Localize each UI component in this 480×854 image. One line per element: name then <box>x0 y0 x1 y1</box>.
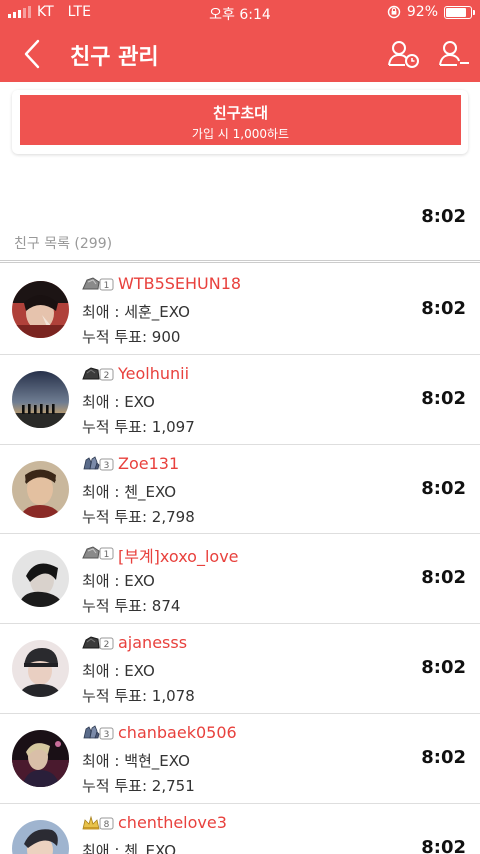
friend-row[interactable]: 2 ajanesss 최애 : EXO 누적 투표: 1,078 8:02 <box>0 624 480 714</box>
rank-number: 3 <box>104 730 110 740</box>
gray-rock-icon: 1 <box>82 546 114 560</box>
favorite-label: 최애 : 첸_EXO <box>82 482 177 501</box>
avatar <box>12 819 69 854</box>
friend-history-button[interactable] <box>387 38 421 70</box>
friend-row[interactable]: 1 WTB5SEHUN18 최애 : 세훈_EXO 누적 투표: 900 8:0… <box>0 265 480 355</box>
row-timestamp: 8:02 <box>421 387 466 409</box>
friend-row[interactable]: 3 Zoe131 최애 : 첸_EXO 누적 투표: 2,798 8:02 <box>0 445 480 535</box>
remove-friend-icon <box>439 41 469 66</box>
favorite-label: 최애 : 세훈_EXO <box>82 303 190 321</box>
dark-rock-icon: 2 <box>82 367 114 381</box>
avatar <box>12 729 69 787</box>
friend-name: ajanesss <box>118 633 188 653</box>
invite-card: 친구초대 가입 시 1,000하트 <box>12 90 468 154</box>
vote-count: 누적 투표: 1,097 <box>82 417 195 436</box>
battery-fill <box>446 7 467 17</box>
invite-title: 친구초대 <box>212 104 269 122</box>
favorite-label: 최애 : 첸_EXO <box>82 841 177 854</box>
page-title: 친구 관리 <box>70 45 159 70</box>
gray-rock-icon: 1 <box>82 277 114 291</box>
rank-number: 2 <box>104 371 110 381</box>
favorite-label: 최애 : 백현_EXO <box>82 751 190 770</box>
row-timestamp: 8:02 <box>421 298 466 319</box>
list-divider <box>0 260 480 263</box>
status-right: 92% <box>387 4 475 20</box>
favorite-label: 최애 : EXO <box>82 572 155 591</box>
row-timestamp: 8:02 <box>421 477 466 499</box>
friend-list-header: 친구 목록 (299) <box>14 236 113 252</box>
battery-icon <box>444 5 475 19</box>
invite-friend-button[interactable]: 친구초대 가입 시 1,000하트 <box>20 95 461 145</box>
friend-name: Zoe131 <box>118 453 180 473</box>
remove-friend-button[interactable] <box>437 38 471 70</box>
rank-number: 3 <box>104 461 110 471</box>
row-timestamp: 8:02 <box>421 836 466 854</box>
header-timestamp: 8:02 <box>421 206 466 227</box>
row-timestamp: 8:02 <box>421 746 466 768</box>
rank-number: 2 <box>104 640 110 650</box>
avatar <box>12 550 69 608</box>
invite-subtitle: 가입 시 1,000하트 <box>191 127 290 141</box>
crystal-icon: 3 <box>83 725 114 740</box>
friend-name: WTB5SEHUN18 <box>118 274 242 293</box>
avatar <box>12 460 69 518</box>
status-bar: KT LTE 오후 6:14 92% <box>0 0 480 26</box>
nav-bar: 친구 관리 <box>0 26 480 82</box>
avatar <box>12 370 69 428</box>
rank-number: 8 <box>104 820 110 830</box>
friend-name: chenthelove3 <box>118 812 227 832</box>
friend-row[interactable]: 1 [부계]xoxo_love 최애 : EXO 누적 투표: 874 8:02 <box>0 534 480 625</box>
vote-count: 누적 투표: 2,751 <box>82 776 195 795</box>
friend-row[interactable]: 3 chanbaek0506 최애 : 백현_EXO 누적 투표: 2,751 … <box>0 714 480 804</box>
battery-percent: 92% <box>406 4 438 20</box>
friend-history-icon <box>388 41 419 68</box>
favorite-label: 최애 : EXO <box>82 392 155 411</box>
rank-number: 1 <box>104 281 110 291</box>
vote-count: 누적 투표: 900 <box>82 328 181 346</box>
orientation-lock-icon <box>387 5 401 19</box>
vote-count: 누적 투표: 1,078 <box>82 687 195 706</box>
vote-count: 누적 투표: 2,798 <box>82 507 195 526</box>
back-button[interactable] <box>18 38 50 70</box>
crystal-icon: 3 <box>83 455 114 471</box>
avatar <box>12 281 69 338</box>
row-timestamp: 8:02 <box>421 657 466 679</box>
friend-row[interactable]: 8 chenthelove3 최애 : 첸_EXO 8:02 <box>0 804 480 854</box>
friend-list: 1 WTB5SEHUN18 최애 : 세훈_EXO 누적 투표: 900 8:0… <box>0 265 480 854</box>
dark-rock-icon: 2 <box>82 636 114 650</box>
friend-name: Yeolhunii <box>118 363 190 383</box>
vote-count: 누적 투표: 874 <box>82 597 181 616</box>
friend-row[interactable]: 2 Yeolhunii 최애 : EXO 누적 투표: 1,097 8:02 <box>0 355 480 445</box>
friend-name: chanbaek0506 <box>118 722 237 742</box>
rank-number: 1 <box>104 550 110 560</box>
friend-name: [부계]xoxo_love <box>118 547 239 567</box>
avatar <box>12 640 69 698</box>
row-timestamp: 8:02 <box>421 567 466 589</box>
favorite-label: 최애 : EXO <box>82 662 155 681</box>
gold-crown-icon: 8 <box>82 815 114 830</box>
back-chevron-icon <box>24 39 40 69</box>
